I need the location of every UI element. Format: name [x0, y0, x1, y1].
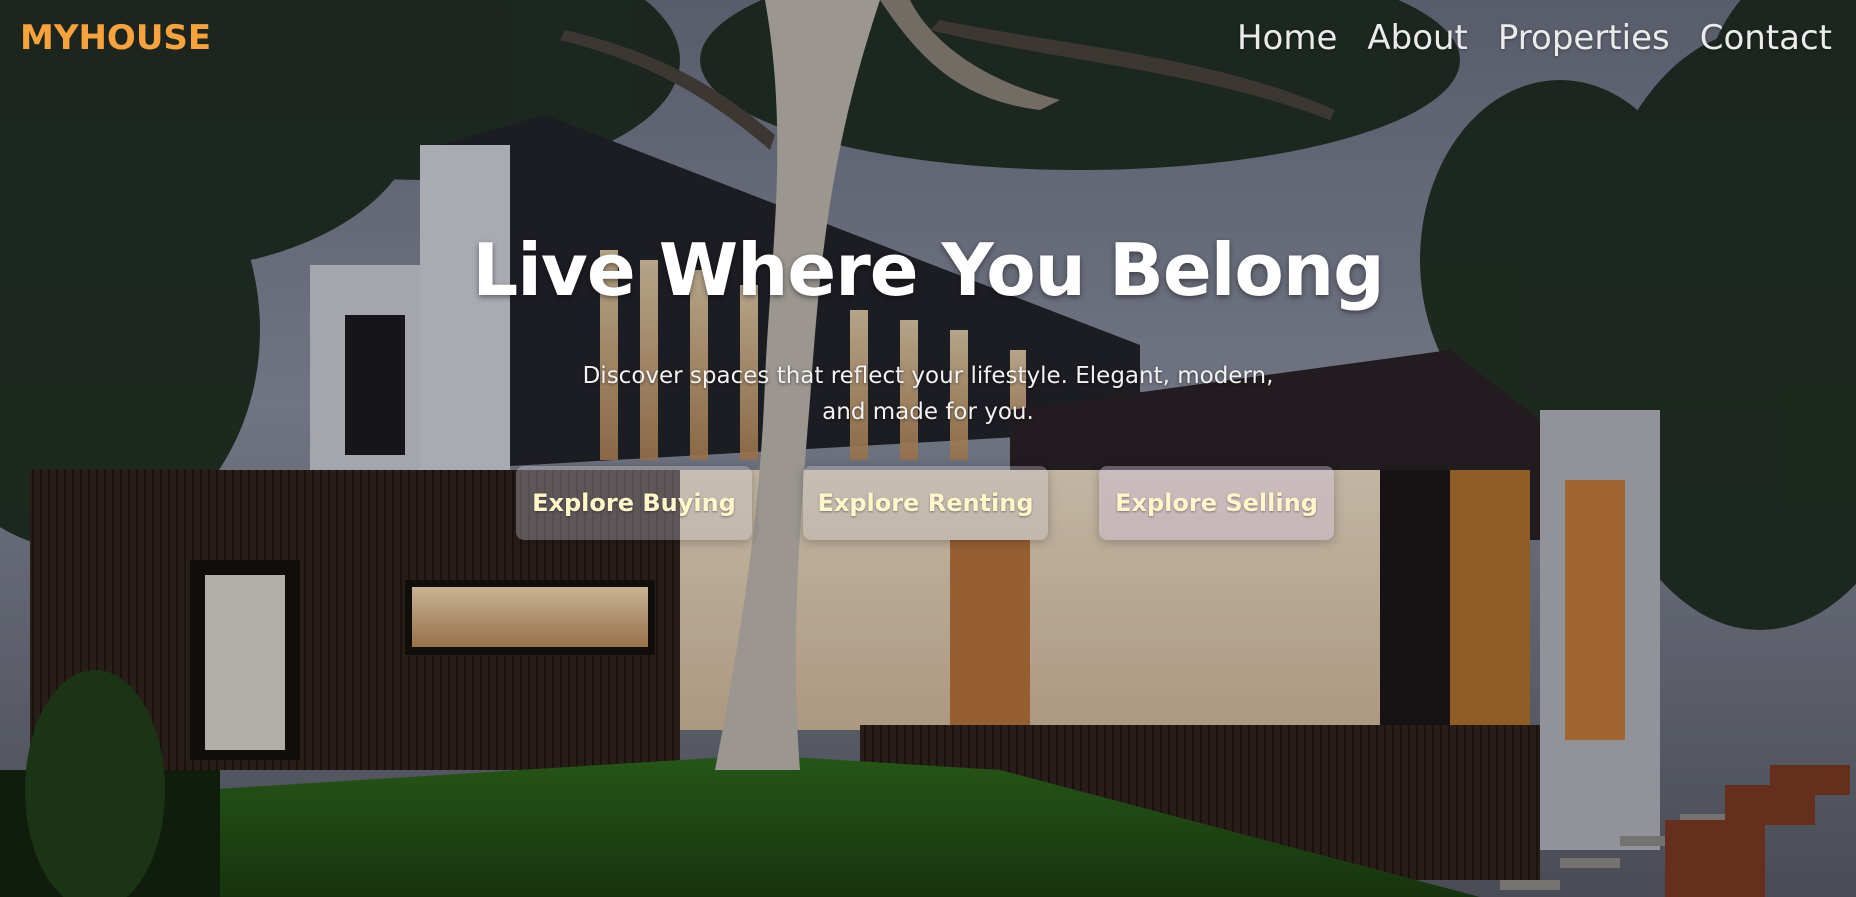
image-overlay — [0, 0, 1856, 897]
nav-link-home[interactable]: Home — [1237, 18, 1337, 58]
nav-link-properties[interactable]: Properties — [1498, 18, 1670, 58]
explore-selling-button[interactable]: Explore Selling — [1099, 466, 1334, 540]
top-navbar: MYHOUSE Home About Properties Contact — [0, 0, 1856, 84]
nav-link-contact[interactable]: Contact — [1700, 18, 1832, 58]
hero-title: Live Where You Belong — [472, 228, 1384, 312]
cta-button-group: Explore Buying Explore Renting Explore S… — [0, 466, 1856, 542]
hero-subtitle: Discover spaces that reflect your lifest… — [582, 363, 1274, 425]
nav-links: Home About Properties Contact — [1237, 18, 1832, 58]
explore-renting-button[interactable]: Explore Renting — [803, 466, 1048, 540]
brand-logo[interactable]: MYHOUSE — [20, 18, 211, 58]
nav-link-about[interactable]: About — [1367, 18, 1468, 58]
explore-buying-button[interactable]: Explore Buying — [516, 466, 752, 540]
hero-section: MYHOUSE Home About Properties Contact Li… — [0, 0, 1856, 897]
